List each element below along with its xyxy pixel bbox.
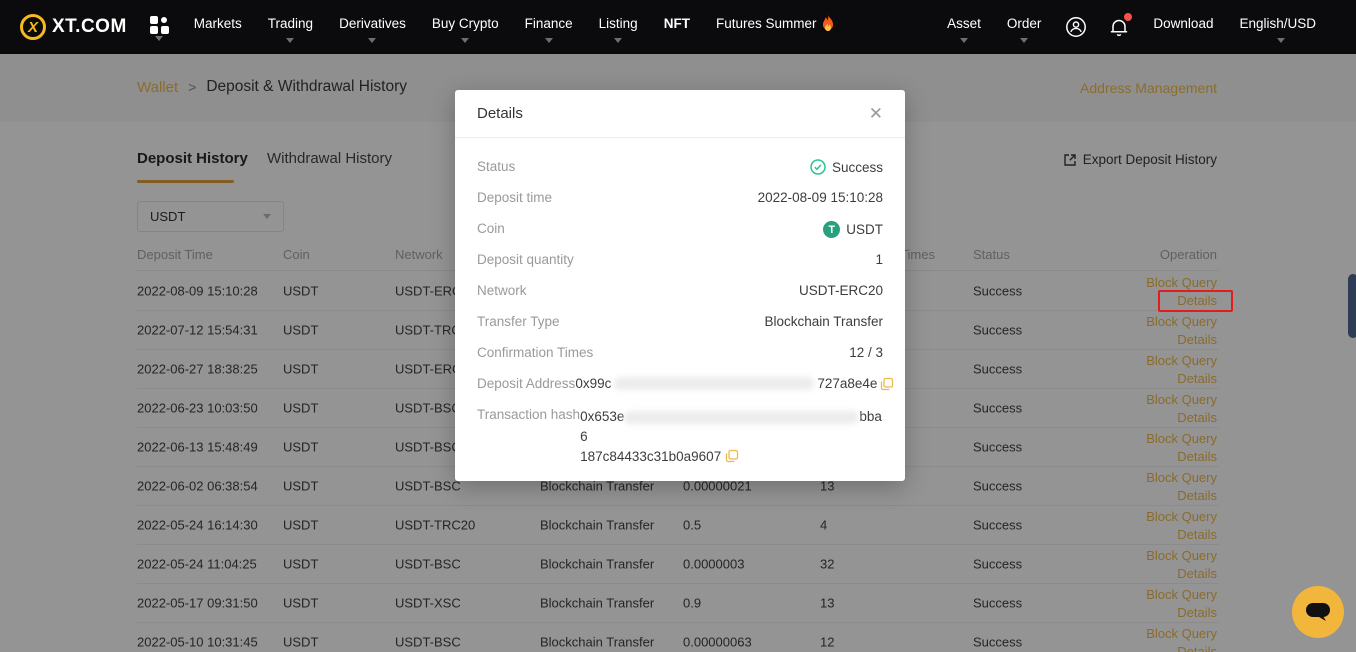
redacted-address	[614, 377, 814, 390]
modal-row-quantity: Deposit quantity 1	[477, 252, 883, 273]
hash-line2: 187c84433c31b0a9607	[580, 449, 721, 464]
status-label: Status	[477, 159, 515, 174]
nav-item-futures-summer[interactable]: Futures Summer	[703, 9, 849, 46]
nav-item-download[interactable]: Download	[1140, 10, 1226, 45]
network-label: Network	[477, 283, 527, 298]
chat-bubble-icon	[1304, 600, 1332, 624]
address-prefix: 0x99c	[575, 376, 611, 391]
xt-logo-icon: X	[20, 14, 46, 40]
success-check-icon	[810, 159, 826, 175]
chevron-down-icon	[1277, 38, 1285, 43]
nav-item-trading[interactable]: Trading	[255, 10, 326, 45]
nav-item-label: NFT	[664, 16, 690, 31]
nav-item-listing[interactable]: Listing	[586, 10, 651, 45]
nav-item-label: Order	[1007, 16, 1042, 31]
modal-row-transfer-type: Transfer Type Blockchain Transfer	[477, 314, 883, 335]
coin-label: Coin	[477, 221, 505, 236]
modal-row-coin: Coin T USDT	[477, 221, 883, 242]
details-modal: Details ✕ Status Success Deposit time 20…	[455, 90, 905, 481]
modal-row-network: Network USDT-ERC20	[477, 283, 883, 304]
modal-row-deposit-time: Deposit time 2022-08-09 15:10:28	[477, 190, 883, 211]
nav-item-label: Markets	[194, 16, 242, 31]
nav-right-menu: AssetOrder Download Engl	[934, 10, 1336, 45]
chevron-down-icon	[1020, 38, 1028, 43]
deposit-address-value: 0x99c 727a8e4e	[575, 376, 894, 391]
chat-widget-button[interactable]	[1292, 586, 1344, 638]
apps-grid-icon[interactable]	[149, 14, 169, 40]
nav-item-label: Trading	[268, 16, 313, 31]
copy-icon[interactable]	[725, 449, 739, 463]
highlight-annotation-details-link	[1158, 290, 1233, 312]
nav-item-asset[interactable]: Asset	[934, 10, 994, 45]
chevron-down-icon	[461, 38, 469, 43]
modal-row-confirmations: Confirmation Times 12 / 3	[477, 345, 883, 366]
nav-item-label: Listing	[599, 16, 638, 31]
nav-item-label: Asset	[947, 16, 981, 31]
usdt-coin-icon: T	[823, 221, 840, 238]
transfer-type-value: Blockchain Transfer	[764, 314, 883, 329]
nav-item-label: Derivatives	[339, 16, 406, 31]
modal-row-deposit-address: Deposit Address 0x99c 727a8e4e	[477, 376, 883, 397]
notification-badge	[1124, 13, 1132, 21]
copy-icon[interactable]	[880, 377, 894, 391]
hash-prefix: 0x653e	[580, 409, 624, 424]
nav-item-label: Finance	[525, 16, 573, 31]
modal-header: Details ✕	[455, 90, 905, 138]
transaction-hash-label: Transaction hash	[477, 407, 580, 422]
deposit-time-label: Deposit time	[477, 190, 552, 205]
page-scrollbar-thumb[interactable]	[1348, 274, 1356, 338]
chevron-down-icon	[545, 38, 553, 43]
nav-item-buy-crypto[interactable]: Buy Crypto	[419, 10, 512, 45]
nav-item-nft[interactable]: NFT	[651, 10, 703, 45]
modal-row-transaction-hash: Transaction hash 0x653ebba6 187c84433c31…	[477, 407, 883, 467]
fire-icon	[821, 15, 835, 32]
nav-item-label: Futures Summer	[716, 16, 817, 31]
transfer-type-label: Transfer Type	[477, 314, 560, 329]
coin-value: USDT	[846, 222, 883, 237]
profile-icon[interactable]	[1054, 16, 1098, 38]
chevron-down-icon	[960, 38, 968, 43]
modal-body: Status Success Deposit time 2022-08-09 1…	[455, 138, 905, 467]
deposit-address-label: Deposit Address	[477, 376, 575, 391]
nav-item-finance[interactable]: Finance	[512, 10, 586, 45]
network-value: USDT-ERC20	[799, 283, 883, 298]
modal-title: Details	[477, 105, 523, 122]
nav-left-menu: Markets Trading Derivatives Buy Crypto Finan…	[181, 9, 849, 46]
nav-item-derivatives[interactable]: Derivatives	[326, 10, 419, 45]
redacted-hash	[624, 411, 859, 424]
modal-row-status: Status Success	[477, 159, 883, 180]
nav-item-label: Buy Crypto	[432, 16, 499, 31]
chevron-down-icon	[614, 38, 622, 43]
chevron-down-icon	[286, 38, 294, 43]
confirmations-label: Confirmation Times	[477, 345, 593, 360]
locale-currency-switcher[interactable]: English/USD	[1226, 10, 1336, 45]
xt-logo[interactable]: X XT.COM	[20, 14, 127, 40]
status-value: Success	[832, 160, 883, 175]
top-nav: X XT.COM Markets Trading Derivatives Buy Cr…	[0, 0, 1356, 54]
locale-label: English/USD	[1239, 16, 1316, 31]
xt-logo-x: X	[28, 19, 38, 36]
nav-item-order[interactable]: Order	[994, 10, 1055, 45]
quantity-value: 1	[875, 252, 883, 267]
nav-item-label: Download	[1153, 16, 1213, 31]
page: X XT.COM Markets Trading Derivatives Buy Cr…	[0, 0, 1356, 652]
notifications-bell-icon[interactable]	[1098, 16, 1140, 38]
deposit-time-value: 2022-08-09 15:10:28	[758, 190, 883, 205]
transaction-hash-value: 0x653ebba6 187c84433c31b0a9607	[580, 407, 883, 467]
xt-logo-text: XT.COM	[52, 16, 127, 38]
close-icon[interactable]: ✕	[869, 105, 883, 122]
nav-item-markets[interactable]: Markets	[181, 10, 255, 45]
quantity-label: Deposit quantity	[477, 252, 574, 267]
address-suffix: 727a8e4e	[817, 376, 877, 391]
chevron-down-icon	[368, 38, 376, 43]
confirmations-value: 12 / 3	[849, 345, 883, 360]
